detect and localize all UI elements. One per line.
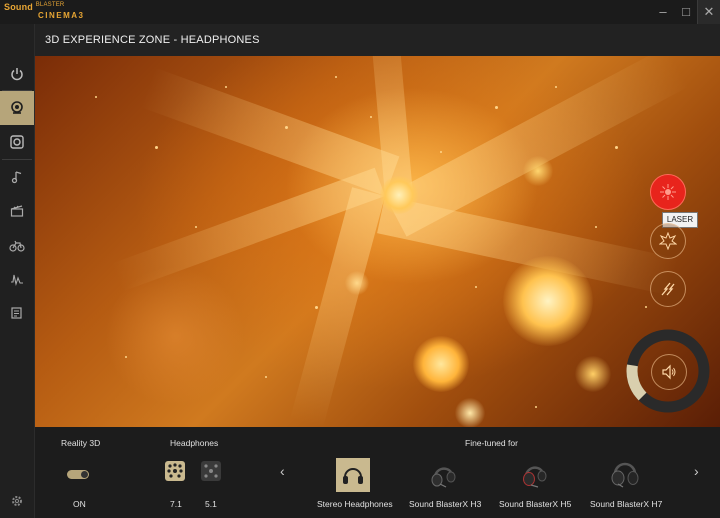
device-blasterx-h3-label: Sound BlasterX H3: [409, 499, 482, 509]
laser-icon: [660, 184, 676, 200]
dust-particle: [645, 306, 647, 308]
headphones-label: Headphones: [170, 438, 219, 448]
headset-h7-icon: [611, 462, 639, 488]
laser-effect-button[interactable]: [650, 174, 686, 210]
dust-particle: [155, 146, 158, 149]
headphones-7-1-label: 7.1: [170, 499, 182, 509]
dust-particle: [595, 226, 597, 228]
lightning-effect-button[interactable]: [650, 271, 686, 307]
reality3d-state: ON: [73, 499, 86, 509]
device-stereo-headphones[interactable]: [336, 458, 370, 492]
sidebar-item-movie[interactable]: [0, 194, 34, 228]
volume-dial-level: [626, 364, 647, 401]
dust-particle: [315, 306, 318, 309]
lightning-icon: [661, 282, 675, 296]
page-title: 3D EXPERIENCE ZONE - HEADPHONES: [45, 34, 260, 46]
device-blasterx-h5[interactable]: [517, 458, 551, 492]
devices-prev-arrow[interactable]: ‹: [280, 463, 285, 479]
surround-7-1-icon: [167, 463, 183, 478]
notes-icon: [11, 307, 22, 319]
headphones-7-1-option[interactable]: [165, 461, 185, 481]
explosion-icon: [659, 232, 677, 250]
gear-icon: [12, 496, 22, 506]
dust-particle: [95, 96, 97, 98]
sidebar-item-power[interactable]: [0, 57, 34, 91]
light-orb: [380, 176, 418, 214]
toggle-knob: [81, 471, 88, 478]
headset-h5-icon: [523, 466, 547, 488]
3d-experience-icon: [11, 101, 23, 114]
dust-particle: [225, 86, 227, 88]
reality3d-toggle[interactable]: [67, 470, 89, 479]
light-orb: [455, 398, 485, 427]
device-blasterx-h5-label: Sound BlasterX H5: [499, 499, 572, 509]
dust-particle: [265, 376, 267, 378]
sidebar-item-3d-experience[interactable]: [0, 91, 34, 125]
volume-icon: [662, 364, 676, 380]
device-blasterx-h7[interactable]: [608, 456, 642, 490]
volume-button[interactable]: [651, 354, 687, 390]
dust-particle: [615, 146, 618, 149]
sidebar-item-equalizer[interactable]: [0, 262, 34, 296]
light-orb: [105, 266, 245, 406]
app-logo: Sound BLASTER CINEMA3: [4, 2, 85, 20]
dust-particle: [535, 406, 537, 408]
page-header: 3D EXPERIENCE ZONE - HEADPHONES: [35, 24, 720, 56]
light-orb: [413, 336, 469, 392]
minimize-button[interactable]: –: [652, 0, 674, 24]
headset-h3-icon: [431, 467, 456, 488]
light-orb: [503, 256, 593, 346]
headphones-5-1-label: 5.1: [205, 499, 217, 509]
speaker-icon: [10, 135, 24, 149]
devices-next-arrow[interactable]: ›: [694, 463, 699, 479]
clapperboard-icon: [10, 205, 24, 217]
dust-particle: [195, 226, 197, 228]
dust-particle: [285, 126, 288, 129]
sidebar: [0, 24, 35, 518]
settings-button[interactable]: [0, 486, 34, 516]
sidebar-item-speaker[interactable]: [0, 125, 34, 159]
light-orb: [345, 271, 369, 295]
light-orb: [575, 356, 611, 392]
dust-particle: [335, 76, 337, 78]
bottom-panel: Reality 3D ON Headphones 7.1 5.1 Fine-tu…: [35, 427, 720, 518]
headphones-icon: [343, 468, 363, 484]
explosion-effect-button[interactable]: [650, 223, 686, 259]
dust-particle: [370, 116, 372, 118]
surround-5-1-icon: [204, 464, 218, 478]
dust-particle: [555, 86, 557, 88]
power-icon: [11, 68, 23, 81]
music-note-icon: [11, 171, 22, 184]
sidebar-item-music[interactable]: [0, 160, 34, 194]
device-blasterx-h7-label: Sound BlasterX H7: [590, 499, 663, 509]
device-blasterx-h3[interactable]: [426, 458, 460, 492]
reality3d-label: Reality 3D: [61, 438, 101, 448]
waveform-icon: [11, 274, 23, 286]
sidebar-item-notes[interactable]: [0, 296, 34, 330]
experience-scene: [35, 56, 720, 427]
bike-icon: [9, 240, 25, 252]
device-stereo-headphones-label: Stereo Headphones: [317, 499, 393, 509]
dust-particle: [475, 286, 477, 288]
light-orb: [523, 156, 553, 186]
maximize-button[interactable]: □: [675, 0, 697, 24]
title-bar: Sound BLASTER CINEMA3 – □ ✕: [0, 0, 720, 24]
sidebar-item-gaming[interactable]: [0, 228, 34, 262]
dust-particle: [495, 106, 498, 109]
finetuned-label: Fine-tuned for: [465, 438, 518, 448]
headphones-5-1-option[interactable]: [201, 461, 221, 481]
close-button[interactable]: ✕: [697, 0, 720, 24]
dust-particle: [440, 151, 442, 153]
dust-particle: [125, 356, 127, 358]
